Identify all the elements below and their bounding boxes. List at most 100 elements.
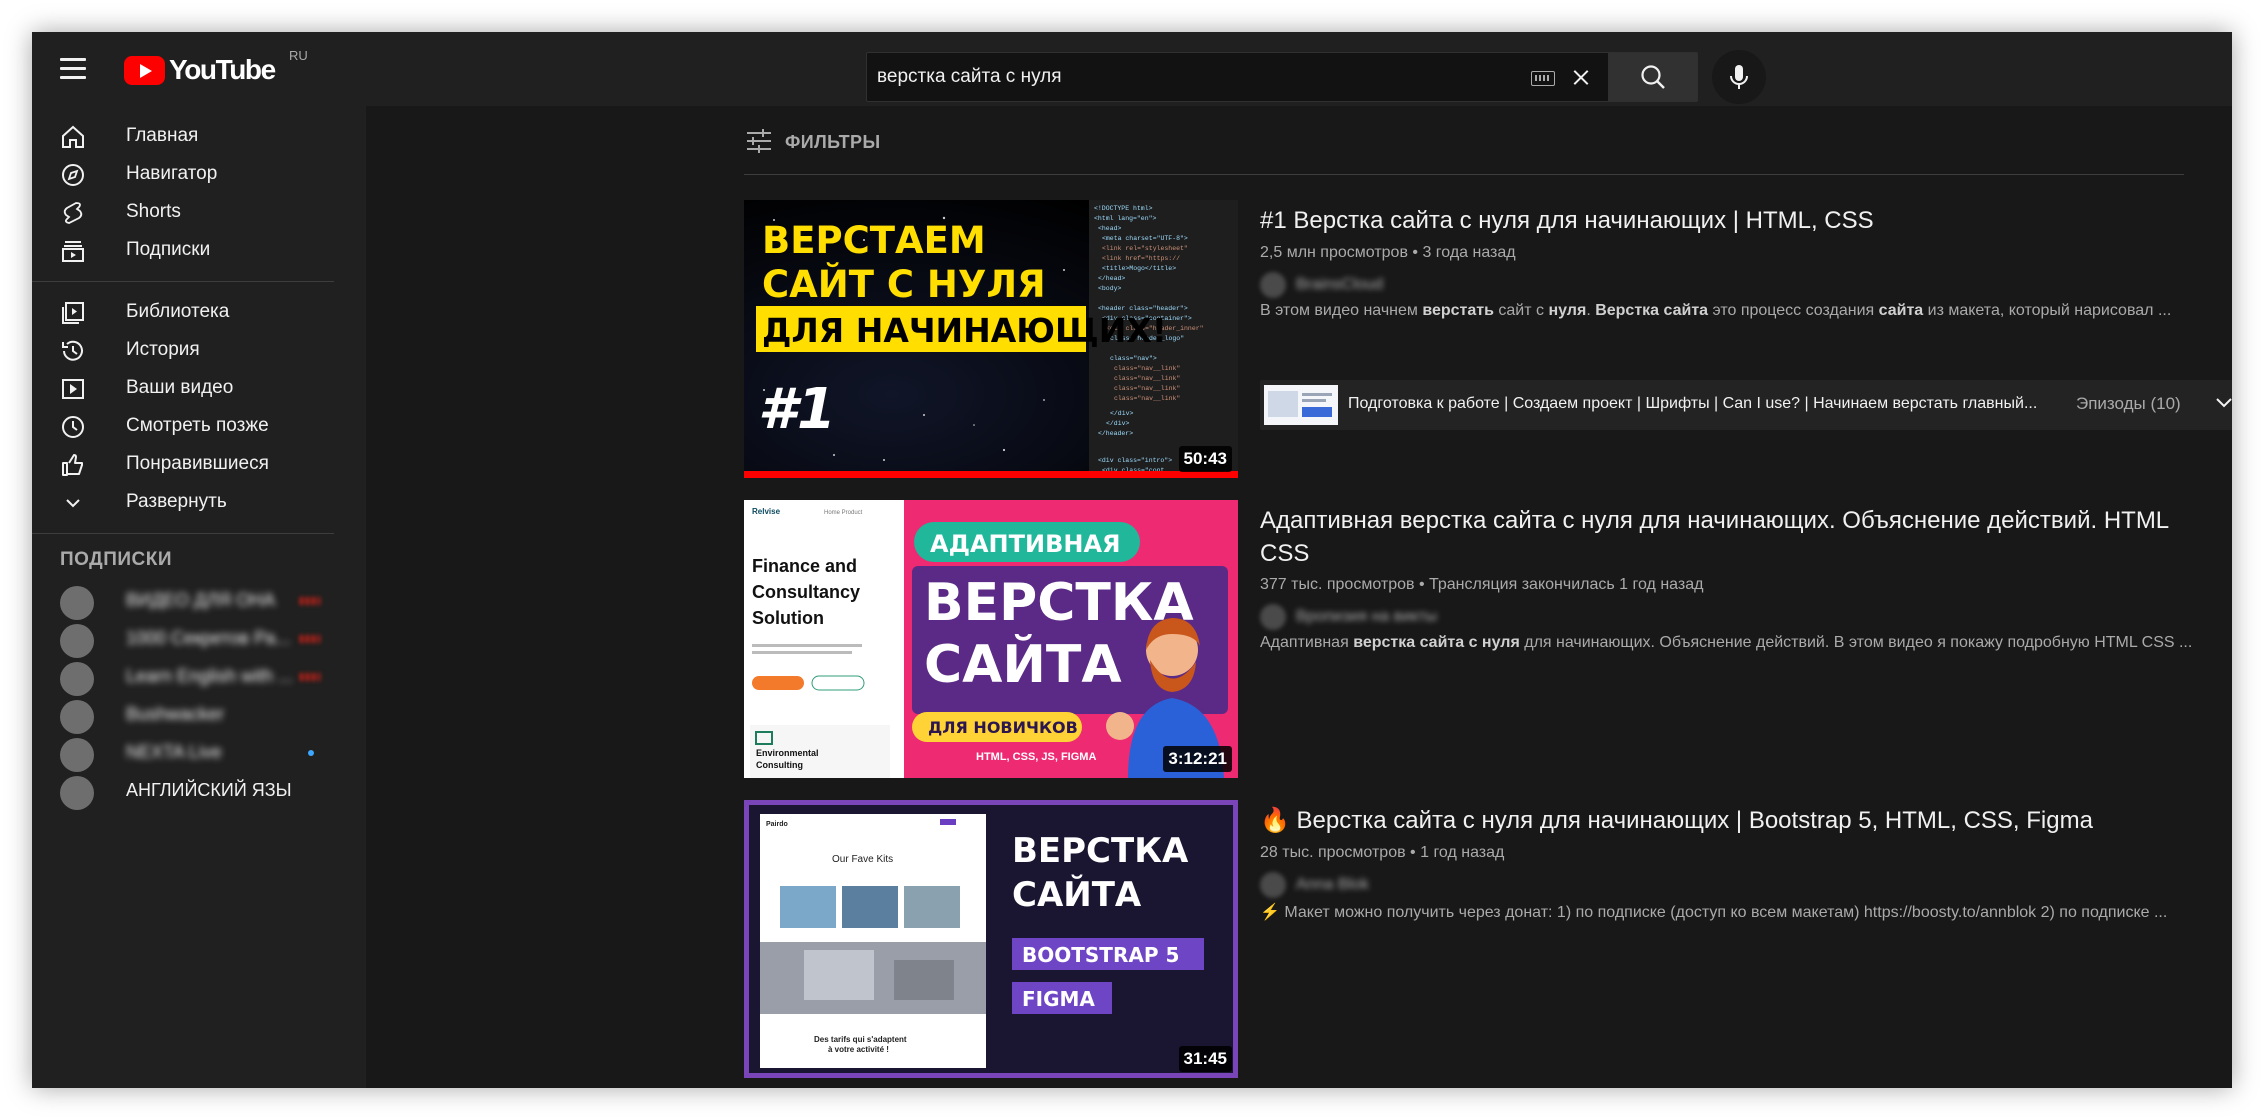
menu-icon[interactable]: [60, 58, 86, 79]
subscription-name: 1000 Секретов Ра...: [126, 628, 291, 648]
subscription-name: Bushwacker: [126, 704, 225, 724]
sidebar-divider: [32, 281, 334, 282]
video-meta: 2,5 млн просмотров • 3 года назад: [1260, 244, 1516, 262]
live-indicator-icon: [300, 597, 320, 605]
sidebar-item-label: Библиотека: [126, 301, 230, 322]
subscription-name: NEXTA Live: [126, 742, 222, 762]
video-thumbnail[interactable]: <!DOCTYPE html> <html lang="en"> <head> <m…: [744, 200, 1238, 478]
video-description: ⚡ Макет можно получить через донат: 1) п…: [1260, 904, 2168, 921]
svg-text:class="nav">: class="nav">: [1110, 355, 1157, 362]
svg-text:<head>: <head>: [1098, 225, 1122, 232]
svg-text:<!DOCTYPE html>: <!DOCTYPE html>: [1094, 205, 1153, 212]
video-thumbnail[interactable]: Relvise Home Product Finance and Consult…: [744, 500, 1238, 778]
search-button[interactable]: [1608, 52, 1698, 102]
svg-text:Solution: Solution: [752, 608, 824, 628]
sidebar: Главная Навигатор Shorts Подписки Библио…: [32, 106, 366, 1088]
close-icon[interactable]: [1567, 63, 1595, 91]
svg-text:Home Product: Home Product: [824, 510, 863, 516]
svg-text:<title>Mogo</title>: <title>Mogo</title>: [1102, 265, 1176, 272]
thumb-text: ВЕРСТАЕМ: [762, 219, 986, 262]
channel-avatar: [1260, 604, 1286, 630]
video-duration: 3:12:21: [1163, 746, 1232, 772]
sidebar-item-label: Смотреть позже: [126, 415, 269, 436]
live-indicator-icon: [300, 673, 320, 681]
video-title[interactable]: #1 Верстка сайта с нуля для начинающих |…: [1260, 204, 2180, 237]
meta-separator: •: [1410, 844, 1421, 861]
search-icon: [1641, 65, 1665, 89]
svg-text:Environmental: Environmental: [756, 748, 819, 758]
svg-text:HTML, CSS, JS, FIGMA: HTML, CSS, JS, FIGMA: [976, 751, 1096, 763]
keyboard-icon[interactable]: [1531, 71, 1555, 86]
svg-text:FIGMA: FIGMA: [1022, 987, 1095, 1011]
video-title[interactable]: 🔥 Верстка сайта с нуля для начинающих | …: [1260, 804, 2180, 837]
chevron-down-icon[interactable]: [2212, 390, 2232, 414]
meta-separator: •: [1412, 244, 1423, 261]
svg-text:<body>: <body>: [1098, 285, 1122, 292]
logo-text: YouTube: [169, 54, 276, 85]
video-thumbnail[interactable]: Pairdo Our Fave Kits Des tarifs qui s'ad…: [744, 800, 1238, 1078]
svg-text:#1: #1: [758, 377, 836, 442]
chapter-thumbnail-art: [1264, 385, 1338, 425]
svg-text:<link rel="stylesheet": <link rel="stylesheet": [1102, 245, 1188, 252]
sidebar-item-label: Ваши видео: [126, 377, 234, 398]
svg-text:à votre activité !: à votre activité !: [828, 1045, 889, 1054]
svg-text:ДЛЯ НАЧИНАЮЩИХ!: ДЛЯ НАЧИНАЮЩИХ!: [762, 311, 1167, 350]
svg-text:ДЛЯ НОВИЧКОВ: ДЛЯ НОВИЧКОВ: [928, 718, 1078, 737]
svg-text:<link href="https://: <link href="https://: [1102, 255, 1180, 262]
svg-text:Relvise: Relvise: [752, 507, 781, 516]
search-results: ФИЛЬТРЫ <!DOCTYPE html> <html lang="en">…: [366, 106, 2232, 1088]
svg-text:Des tarifs qui s'adaptent: Des tarifs qui s'adaptent: [814, 1035, 907, 1044]
svg-text:</div>: </div>: [1106, 420, 1130, 427]
channel-avatar: [1260, 272, 1286, 298]
svg-text:ВЕРСТКА: ВЕРСТКА: [1012, 831, 1189, 871]
video-meta: 377 тыс. просмотров • Трансляция закончи…: [1260, 576, 1703, 594]
sidebar-item-label: Главная: [126, 125, 199, 146]
video-title[interactable]: Адаптивная верстка сайта с нуля для начи…: [1260, 504, 2180, 570]
svg-text:</div>: </div>: [1110, 410, 1134, 417]
video-duration: 50:43: [1178, 446, 1232, 472]
view-count: 28 тыс. просмотров: [1260, 844, 1406, 861]
subscriptions-icon: [62, 241, 84, 262]
subscription-item[interactable]: АНГЛИЙСКИЙ ЯЗЫ: [32, 764, 366, 818]
sidebar-item-subscriptions[interactable]: Подписки: [32, 223, 366, 277]
avatar: [60, 776, 94, 810]
sidebar-divider: [32, 533, 334, 534]
svg-text:class="nav__link": class="nav__link": [1114, 385, 1180, 392]
video-meta: 28 тыс. просмотров • 1 год назад: [1260, 844, 1504, 862]
chevron-down-icon: [66, 499, 80, 508]
svg-text:Consultancy: Consultancy: [752, 582, 860, 602]
filter-icon: [747, 129, 771, 153]
new-content-dot-icon: [308, 750, 314, 756]
thumbnail-art: Pairdo Our Fave Kits Des tarifs qui s'ad…: [744, 800, 1238, 1078]
country-code: RU: [289, 48, 308, 63]
svg-text:САЙТ С НУЛЯ: САЙТ С НУЛЯ: [762, 262, 1046, 306]
svg-text:Finance and: Finance and: [752, 556, 857, 576]
voice-search-button[interactable]: [1712, 50, 1766, 104]
chapters-text: Подготовка к работе | Создаем проект | Ш…: [1348, 395, 2038, 412]
meta-separator: •: [1418, 576, 1429, 593]
svg-text:ВЕРСТКА: ВЕРСТКА: [924, 573, 1194, 633]
view-count: 2,5 млн просмотров: [1260, 244, 1408, 261]
svg-text:</head>: </head>: [1098, 275, 1125, 282]
subscription-name: АНГЛИЙСКИЙ ЯЗЫ: [126, 780, 292, 800]
sidebar-item-expand[interactable]: Развернуть: [32, 475, 366, 529]
chapters-panel[interactable]: Подготовка к работе | Создаем проект | Ш…: [1260, 380, 2232, 430]
video-description: Адаптивная верстка сайта с нуля для начи…: [1260, 634, 2193, 651]
thumbnail-art: <!DOCTYPE html> <html lang="en"> <head> <m…: [744, 200, 1238, 478]
svg-text:<meta charset="UTF-8">: <meta charset="UTF-8">: [1102, 235, 1188, 242]
upload-age: Трансляция закончилась 1 год назад: [1429, 576, 1704, 593]
svg-text:Our Fave Kits: Our Fave Kits: [832, 854, 893, 865]
subscription-name: Learn English with ...: [126, 666, 294, 686]
search-box: [866, 52, 1608, 102]
search-input[interactable]: [877, 63, 1517, 91]
youtube-logo[interactable]: YouTube RU: [124, 48, 308, 86]
view-count: 377 тыс. просмотров: [1260, 576, 1415, 593]
sidebar-item-label: Понравившиеся: [126, 453, 269, 474]
filters-label: ФИЛЬТРЫ: [785, 132, 881, 152]
subscription-name: ВИДЕО ДЛЯ ОНА: [126, 590, 276, 610]
live-indicator-icon: [300, 635, 320, 643]
sidebar-item-label: Shorts: [126, 201, 181, 222]
svg-text:<html lang="en">: <html lang="en">: [1094, 215, 1157, 222]
video-description: В этом видео начнем верстать сайт с нуля…: [1260, 302, 2172, 319]
browser-window: YouTube RU Главная: [32, 32, 2232, 1088]
